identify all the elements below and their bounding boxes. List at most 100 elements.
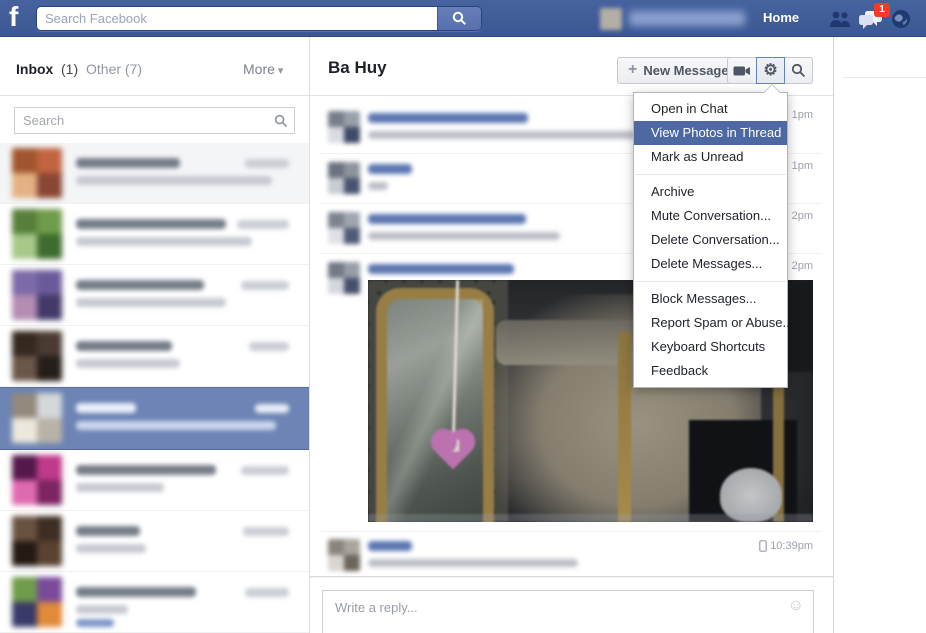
globe-icon [891,9,911,29]
timestamp-blurred [245,159,289,168]
menu-item-delete-messages[interactable]: Delete Messages... [634,252,787,276]
sender-name-blurred[interactable] [368,264,514,274]
conversation-list-item[interactable] [0,143,309,204]
conversation-list-item[interactable] [0,265,309,326]
thread-search-button[interactable] [784,57,813,84]
more-dropdown[interactable]: More▾ [243,61,283,77]
menu-caret [764,85,780,93]
more-label: More [243,61,275,77]
conversation-list-item[interactable] [0,511,309,572]
menu-item-feedback[interactable]: Feedback [634,359,787,383]
tab-other[interactable]: Other (7) [86,61,142,77]
message-separator [320,531,822,532]
menu-item-mark-as-unread[interactable]: Mark as Unread [634,145,787,169]
sidebar-search-input[interactable] [15,113,268,128]
mirror-frame [376,288,494,522]
global-search [36,6,482,31]
timestamp-blurred [241,466,289,475]
facebook-logo[interactable]: f [9,1,18,33]
sender-name-blurred[interactable] [368,113,528,123]
thread-bottom-divider [310,576,833,577]
home-link[interactable]: Home [763,10,799,25]
avatar [12,577,62,627]
sender-name-blurred[interactable] [368,541,412,551]
message-timestamp: 1pm [792,109,813,121]
conversation-list [0,143,309,633]
menu-item-delete-conversation[interactable]: Delete Conversation... [634,228,787,252]
menu-separator [635,174,786,175]
profile-name-blurred[interactable] [629,11,745,26]
timestamp-blurred [255,404,289,413]
message-preview-blurred [76,605,128,614]
conversation-list-item[interactable] [0,326,309,387]
conversation-list-item-selected[interactable] [0,387,309,450]
timestamp-blurred [241,281,289,290]
chevron-down-icon: ▾ [278,65,284,77]
timestamp-blurred [249,342,289,351]
message-timestamp: 2pm [792,210,813,222]
friend-requests-button[interactable] [828,9,852,29]
avatar [12,516,62,566]
message-preview-blurred [76,544,146,553]
contact-name-blurred [76,158,180,168]
video-call-button[interactable] [727,57,757,84]
message-avatar[interactable] [328,262,360,294]
menu-item-keyboard-shortcuts[interactable]: Keyboard Shortcuts [634,335,787,359]
avatar [12,209,62,259]
message-avatar[interactable] [328,162,360,194]
emoticon-button[interactable]: ☺ [788,597,804,615]
reply-composer[interactable]: Write a reply... ☺ [322,590,814,633]
menu-item-block-messages[interactable]: Block Messages... [634,287,787,311]
message-timestamp: 2pm [792,260,813,272]
actions-dropdown-menu: Open in Chat View Photos in Thread Mark … [633,92,788,388]
avatar [12,148,62,198]
conversation-list-item[interactable] [0,572,309,633]
contact-name-blurred [76,219,226,229]
link-preview-blurred [76,619,114,627]
message-avatar[interactable] [328,111,360,143]
menu-item-report-spam-or-abuse[interactable]: Report Spam or Abuse... [634,311,787,335]
sidebar-search-button[interactable] [268,114,294,128]
message-avatar[interactable] [328,212,360,244]
search-icon [791,63,806,78]
message-timestamp: 10:39pm [759,540,813,552]
new-message-button[interactable]: + New Message [617,57,740,84]
gear-icon: ⚙ [763,63,777,79]
menu-item-mute-conversation[interactable]: Mute Conversation... [634,204,787,228]
avatar [12,331,62,381]
message-timestamp: 1pm [792,160,813,172]
global-search-input[interactable] [37,7,437,30]
timestamp-blurred [245,588,289,597]
menu-item-open-in-chat[interactable]: Open in Chat [634,97,787,121]
sender-name-blurred[interactable] [368,164,412,174]
right-column-divider [833,37,834,633]
messages-unread-badge: 1 [874,3,890,17]
message-avatar[interactable] [328,539,360,571]
conversation-list-item[interactable] [0,450,309,511]
video-camera-icon [733,64,751,78]
sender-name-blurred[interactable] [368,214,526,224]
avatar [12,393,62,443]
conversation-list-item[interactable] [0,204,309,265]
actions-gear-button[interactable]: ⚙ [756,57,785,84]
contact-name-blurred [76,341,172,351]
profile-avatar[interactable] [600,8,622,30]
dresser-top [368,514,813,522]
message-text-blurred [368,182,388,190]
contact-name-blurred [76,587,196,597]
message-preview-blurred [76,359,180,368]
tab-inbox[interactable]: Inbox [16,61,53,77]
menu-item-view-photos-in-thread[interactable]: View Photos in Thread [634,121,787,145]
mobile-icon [759,540,767,552]
notifications-button[interactable] [889,9,913,29]
search-icon [274,114,288,128]
friends-icon [828,10,852,28]
top-nav-bar: f Home 1 [0,0,926,37]
message-text-blurred [368,559,578,567]
sidebar-search [14,107,295,134]
menu-separator [635,281,786,282]
facebook-messages-page: f Home 1 [0,0,926,633]
menu-item-archive[interactable]: Archive [634,180,787,204]
reply-placeholder: Write a reply... [335,600,418,615]
global-search-button[interactable] [437,7,481,30]
